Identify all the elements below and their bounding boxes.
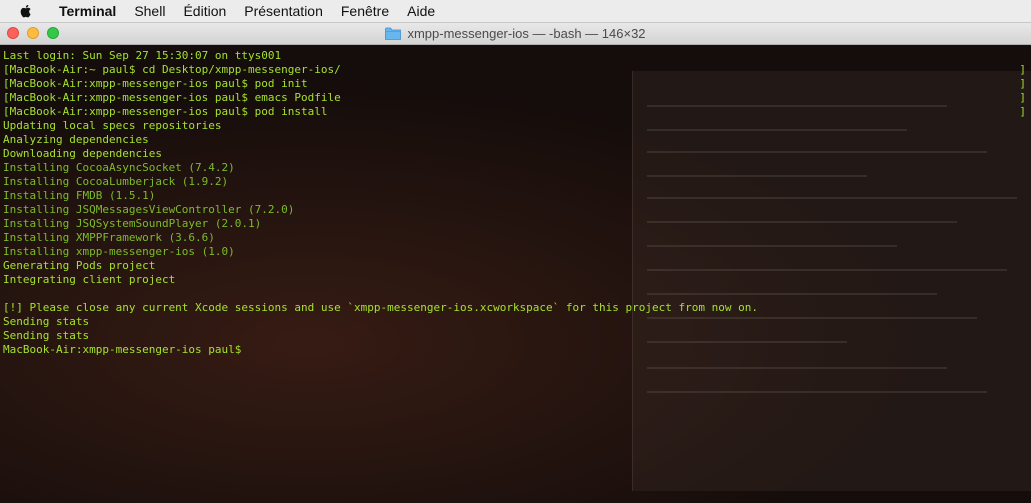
- apple-icon[interactable]: [18, 3, 34, 19]
- terminal-line: Analyzing dependencies: [3, 133, 149, 146]
- terminal-line: Downloading dependencies: [3, 147, 162, 160]
- terminal-line: Installing XMPPFramework (3.6.6): [3, 231, 215, 244]
- folder-icon: [385, 27, 402, 40]
- terminal-line: Updating local specs repositories: [3, 119, 222, 132]
- close-button[interactable]: [7, 27, 19, 39]
- terminal-output[interactable]: Last login: Sun Sep 27 15:30:07 on ttys0…: [3, 49, 1028, 357]
- menu-edition[interactable]: Édition: [174, 3, 235, 19]
- menu-aide[interactable]: Aide: [398, 3, 444, 19]
- menu-app-terminal[interactable]: Terminal: [50, 3, 125, 19]
- window-title-text: xmpp-messenger-ios — -bash — 146×32: [407, 26, 646, 41]
- terminal-line: Installing xmpp-messenger-ios (1.0): [3, 245, 235, 258]
- menu-presentation[interactable]: Présentation: [235, 3, 332, 19]
- zoom-button[interactable]: [47, 27, 59, 39]
- terminal-line: Installing JSQSystemSoundPlayer (2.0.1): [3, 217, 262, 230]
- terminal-line: Integrating client project: [3, 273, 176, 286]
- terminal-line: Installing JSQMessagesViewController (7.…: [3, 203, 295, 216]
- terminal-line: Sending stats: [3, 329, 90, 342]
- window-titlebar[interactable]: xmpp-messenger-ios — -bash — 146×32: [0, 23, 1031, 45]
- terminal-line: [MacBook-Air:xmpp-messenger-ios paul$ po…: [3, 105, 328, 118]
- menu-fenetre[interactable]: Fenêtre: [332, 3, 398, 19]
- terminal-line: Sending stats: [3, 315, 90, 328]
- terminal-line: [MacBook-Air:~ paul$ cd Desktop/xmpp-mes…: [3, 63, 341, 76]
- terminal-window[interactable]: xmpp-messenger-ios — -bash — 146×32 Last…: [0, 23, 1031, 503]
- terminal-line: [!] Please close any current Xcode sessi…: [3, 301, 758, 314]
- line-bracket: ]: [1019, 63, 1026, 76]
- terminal-line: MacBook-Air:xmpp-messenger-ios paul$: [3, 343, 242, 356]
- menu-shell[interactable]: Shell: [125, 3, 174, 19]
- line-bracket: ]: [1019, 77, 1026, 90]
- terminal-line: Last login: Sun Sep 27 15:30:07 on ttys0…: [3, 49, 282, 62]
- line-bracket: ]: [1019, 105, 1026, 118]
- menu-bar: Terminal Shell Édition Présentation Fenê…: [0, 0, 1031, 23]
- line-bracket: ]: [1019, 91, 1026, 104]
- window-controls: [7, 27, 59, 39]
- terminal-line: Generating Pods project: [3, 259, 156, 272]
- window-title: xmpp-messenger-ios — -bash — 146×32: [385, 26, 646, 41]
- terminal-line: Installing CocoaLumberjack (1.9.2): [3, 175, 229, 188]
- terminal-line: [MacBook-Air:xmpp-messenger-ios paul$ po…: [3, 77, 308, 90]
- terminal-line: Installing FMDB (1.5.1): [3, 189, 156, 202]
- terminal-line: [MacBook-Air:xmpp-messenger-ios paul$ em…: [3, 91, 341, 104]
- terminal-line: Installing CocoaAsyncSocket (7.4.2): [3, 161, 235, 174]
- minimize-button[interactable]: [27, 27, 39, 39]
